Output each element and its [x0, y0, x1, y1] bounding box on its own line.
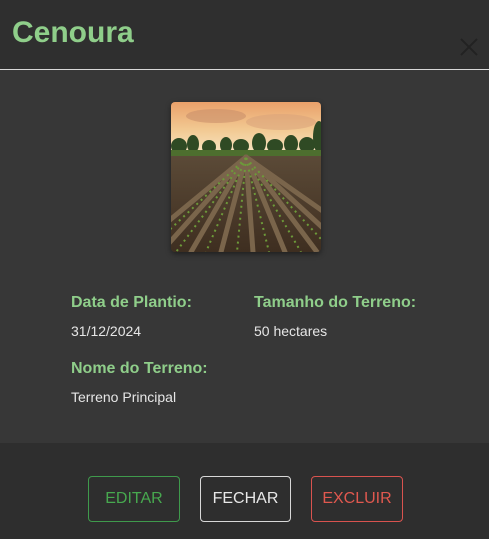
modal-title: Cenoura: [12, 16, 134, 49]
crop-detail-modal: Cenoura Data de Plantio: 31/12/2024 Tama…: [0, 0, 489, 539]
land-size-label: Tamanho do Terreno:: [254, 294, 417, 311]
land-size-value: 50 hectares: [254, 323, 328, 339]
crop-image: [171, 102, 321, 252]
close-button[interactable]: [458, 36, 480, 58]
close-icon: [460, 38, 478, 56]
delete-button[interactable]: EXCLUIR: [311, 476, 403, 522]
field-photo: [171, 102, 321, 252]
modal-footer: EDITAR FECHAR EXCLUIR: [0, 443, 489, 539]
land-name-value: Terreno Principal: [71, 389, 177, 405]
modal-header: Cenoura: [0, 0, 489, 70]
planting-date-label: Data de Plantio:: [71, 294, 192, 311]
land-name-label: Nome do Terreno:: [71, 360, 208, 377]
edit-button[interactable]: EDITAR: [88, 476, 180, 522]
close-modal-button[interactable]: FECHAR: [200, 476, 291, 522]
modal-body: Data de Plantio: 31/12/2024 Tamanho do T…: [0, 71, 489, 443]
planting-date-value: 31/12/2024: [71, 323, 142, 339]
